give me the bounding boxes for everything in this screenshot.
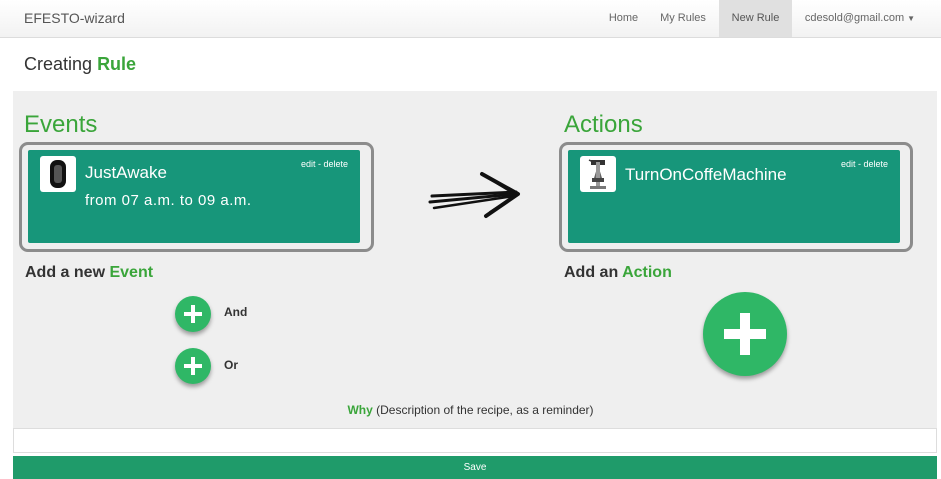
brand-logo[interactable]: EFESTO-wizard — [24, 10, 125, 26]
nav-new-rule[interactable]: New Rule — [719, 0, 792, 37]
event-edit-link[interactable]: edit — [301, 159, 316, 169]
coffee-machine-icon — [580, 156, 616, 192]
event-delete-link[interactable]: delete — [323, 159, 348, 169]
page-title: Creating Rule — [24, 54, 136, 75]
why-label: Why (Description of the recipe, as a rem… — [0, 403, 941, 417]
why-accent: Why — [347, 403, 373, 417]
add-action-button[interactable] — [703, 292, 787, 376]
nav-user-menu[interactable]: cdesold@gmail.com ▼ — [796, 0, 924, 37]
event-name: JustAwake — [85, 163, 167, 182]
action-card[interactable]: TurnOnCoffeMachine edit - delete — [568, 150, 900, 243]
events-title: Events — [24, 111, 98, 138]
add-and-event-button[interactable] — [175, 296, 211, 332]
nav-home[interactable]: Home — [600, 0, 647, 37]
event-card[interactable]: JustAwake from 07 a.m. to 09 a.m. edit -… — [28, 150, 360, 243]
add-event-title: Add a new Event — [25, 264, 153, 282]
plus-icon — [184, 357, 202, 375]
add-event-accent: Event — [109, 264, 154, 281]
caret-down-icon: ▼ — [907, 14, 916, 23]
action-card-links: edit - delete — [841, 159, 888, 169]
description-input[interactable] — [13, 428, 937, 453]
action-name: TurnOnCoffeMachine — [625, 165, 787, 184]
add-action-title: Add an Action — [564, 264, 672, 282]
page-title-accent: Rule — [97, 54, 137, 74]
page-title-prefix: Creating — [24, 54, 93, 74]
add-action-prefix: Add an — [564, 264, 619, 281]
plus-icon — [724, 313, 766, 355]
event-detail: from 07 a.m. to 09 a.m. — [85, 192, 252, 209]
add-or-event-button[interactable] — [175, 348, 211, 384]
actions-title: Actions — [564, 111, 643, 138]
save-button[interactable]: Save — [13, 456, 937, 479]
navbar: EFESTO-wizard Home My Rules New Rule cde… — [0, 0, 941, 38]
action-delete-link[interactable]: delete — [863, 159, 888, 169]
why-text: (Description of the recipe, as a reminde… — [376, 403, 594, 417]
add-event-prefix: Add a new — [25, 264, 106, 281]
add-action-accent: Action — [622, 264, 672, 281]
event-card-links: edit - delete — [301, 159, 348, 169]
and-label: And — [224, 305, 248, 319]
user-email: cdesold@gmail.com — [804, 12, 905, 24]
wristband-icon — [40, 156, 76, 192]
action-edit-link[interactable]: edit — [841, 159, 856, 169]
nav-my-rules[interactable]: My Rules — [653, 0, 713, 37]
or-label: Or — [224, 358, 239, 372]
arrow-right-icon — [428, 172, 520, 218]
plus-icon — [184, 305, 202, 323]
